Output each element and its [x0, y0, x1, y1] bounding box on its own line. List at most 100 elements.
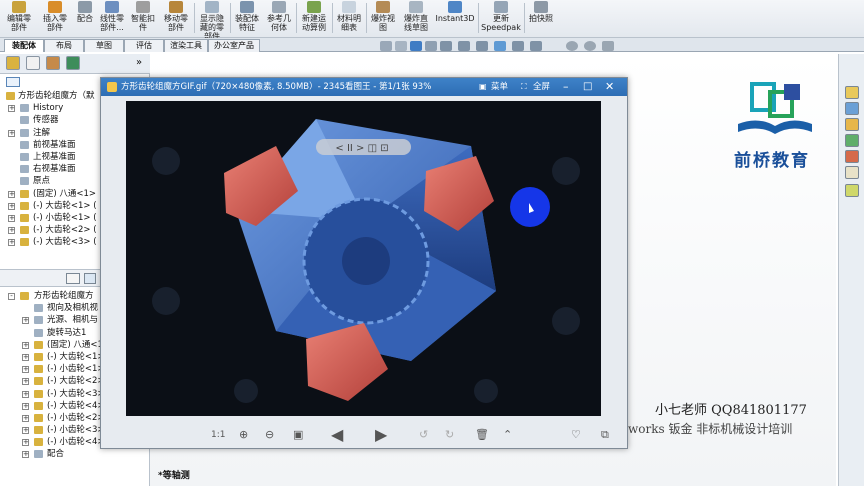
expand-panel-icon[interactable]: »: [136, 57, 142, 68]
minimize-icon[interactable]: –: [563, 78, 569, 96]
filter-icon[interactable]: [6, 77, 20, 87]
zoom-out-icon[interactable]: ⊖: [265, 428, 274, 442]
expand-icon[interactable]: +: [8, 214, 15, 222]
fit-window-icon[interactable]: ▣: [293, 428, 303, 442]
expand-icon[interactable]: +: [22, 427, 29, 435]
bom-button[interactable]: 材料明 细表: [334, 0, 364, 36]
filter-tree-icon[interactable]: [66, 273, 80, 284]
edit-appearance-icon[interactable]: [494, 41, 506, 51]
expand-icon[interactable]: -: [8, 293, 15, 300]
gif-image-canvas[interactable]: < II > ◫ ⊡: [126, 101, 601, 416]
realview-icon[interactable]: [566, 41, 578, 51]
tab-render-tools[interactable]: 渲染工具: [164, 39, 208, 52]
ribbon-label: 新建运 动算例: [302, 14, 326, 32]
previous-image-icon[interactable]: ◀: [331, 427, 343, 443]
close-icon[interactable]: ✕: [605, 78, 614, 96]
expand-icon[interactable]: +: [8, 190, 15, 198]
expand-icon[interactable]: +: [8, 239, 15, 247]
explode-line-icon: [409, 1, 423, 13]
expand-icon[interactable]: +: [22, 451, 29, 459]
mate-button[interactable]: 配合: [74, 0, 96, 36]
expand-icon[interactable]: +: [22, 341, 29, 349]
expand-icon[interactable]: +: [22, 439, 29, 447]
appearance-tab-icon[interactable]: [66, 56, 80, 70]
instant3d-button[interactable]: Instant3D: [434, 0, 476, 36]
expand-icon[interactable]: +: [8, 202, 15, 210]
tab-sketch[interactable]: 草图: [84, 39, 124, 52]
next-image-icon[interactable]: ▶: [375, 427, 387, 443]
reference-geometry-button[interactable]: 参考几 何体: [264, 0, 294, 36]
view-palette-icon[interactable]: [845, 134, 859, 147]
tab-evaluate[interactable]: 评估: [124, 39, 164, 52]
scene-icon[interactable]: [512, 41, 524, 51]
speedpak-button[interactable]: 更新 Speedpak: [480, 0, 522, 36]
image-viewer-window[interactable]: 方形齿轮组魔方GIF.gif（720×480像素, 8.50MB）- 2345看…: [100, 77, 628, 449]
open-folder-icon[interactable]: ⧉: [601, 428, 609, 442]
edit-component-button[interactable]: 编辑零 部件: [2, 0, 36, 36]
file-explorer-icon[interactable]: [845, 118, 859, 131]
custom-properties-icon[interactable]: [845, 166, 859, 179]
actual-size-button[interactable]: 1:1: [211, 428, 225, 442]
shadows-icon[interactable]: [584, 41, 596, 51]
tree-item-icon: [34, 389, 43, 398]
assembly-feature-button[interactable]: 装配体 特征: [232, 0, 262, 36]
move-component-button[interactable]: 移动零 部件: [160, 0, 192, 36]
tab-assembly[interactable]: 装配体: [4, 39, 44, 52]
view-orientation-icon[interactable]: [440, 41, 452, 51]
zoom-to-fit-icon[interactable]: [380, 41, 392, 51]
design-library-icon[interactable]: [845, 102, 859, 115]
menu-icon[interactable]: ▣: [479, 78, 487, 96]
explode-line-button[interactable]: 爆炸直 线草图: [400, 0, 432, 36]
motion-study-icon: [307, 1, 321, 13]
property-manager-tab-icon[interactable]: [26, 56, 40, 70]
tree-item-icon: [20, 226, 29, 235]
rotate-left-icon[interactable]: ↺: [419, 428, 428, 442]
show-hidden-button[interactable]: 显示隐 藏的零 部件: [196, 0, 228, 41]
resources-icon[interactable]: [845, 86, 859, 99]
viewer-title-bar[interactable]: 方形齿轮组魔方GIF.gif（720×480像素, 8.50MB）- 2345看…: [101, 78, 627, 96]
monitor-icon[interactable]: [602, 41, 614, 51]
smart-fastener-button[interactable]: 智能扣 件: [128, 0, 158, 36]
hide-show-icon[interactable]: [476, 41, 488, 51]
section-view-icon[interactable]: [425, 41, 437, 51]
menu-button[interactable]: 菜单: [491, 78, 508, 96]
expand-icon[interactable]: +: [22, 414, 29, 422]
expand-icon[interactable]: +: [8, 105, 15, 113]
tree-item[interactable]: + 配合: [0, 448, 150, 460]
expand-icon[interactable]: +: [8, 129, 15, 137]
more-options-icon[interactable]: ⌃: [503, 428, 512, 442]
expand-icon[interactable]: +: [22, 402, 29, 410]
linear-pattern-button[interactable]: 线性零 部件...: [98, 0, 126, 36]
tree-item-label: 旋转马达1: [47, 327, 87, 338]
expand-icon[interactable]: +: [22, 378, 29, 386]
solidworks-forum-icon[interactable]: [845, 184, 859, 197]
expand-icon[interactable]: +: [22, 353, 29, 361]
display-style-icon[interactable]: [458, 41, 470, 51]
exploded-view-button[interactable]: 爆炸视 图: [368, 0, 398, 36]
previous-view-icon[interactable]: [410, 41, 422, 51]
motion-study-button[interactable]: 新建运 动算例: [298, 0, 330, 36]
collapse-tree-icon[interactable]: [84, 273, 96, 284]
rotate-right-icon[interactable]: ↻: [445, 428, 454, 442]
configuration-tab-icon[interactable]: [46, 56, 60, 70]
expand-icon[interactable]: +: [22, 390, 29, 398]
expand-icon[interactable]: +: [22, 366, 29, 374]
assembly-feature-icon: [240, 1, 254, 13]
expand-icon[interactable]: +: [8, 227, 15, 235]
tab-office-products[interactable]: 办公室产品: [208, 39, 260, 52]
insert-component-button[interactable]: 插入零 部件: [38, 0, 72, 36]
maximize-icon[interactable]: □: [583, 78, 592, 96]
view-settings-icon[interactable]: [530, 41, 542, 51]
feature-manager-tab-icon[interactable]: [6, 56, 20, 70]
zoom-area-icon[interactable]: [395, 41, 407, 51]
reference-geometry-icon: [272, 1, 286, 13]
delete-icon[interactable]: 🗑: [475, 428, 489, 442]
zoom-in-icon[interactable]: ⊕: [239, 428, 248, 442]
fullscreen-icon[interactable]: ⛶: [521, 78, 527, 96]
expand-icon[interactable]: +: [22, 317, 29, 325]
fullscreen-button[interactable]: 全屏: [533, 78, 550, 96]
appearances-icon[interactable]: [845, 150, 859, 163]
favorite-icon[interactable]: ♡: [571, 428, 581, 442]
snapshot-button[interactable]: 拍快照: [526, 0, 556, 36]
tab-layout[interactable]: 布局: [44, 39, 84, 52]
